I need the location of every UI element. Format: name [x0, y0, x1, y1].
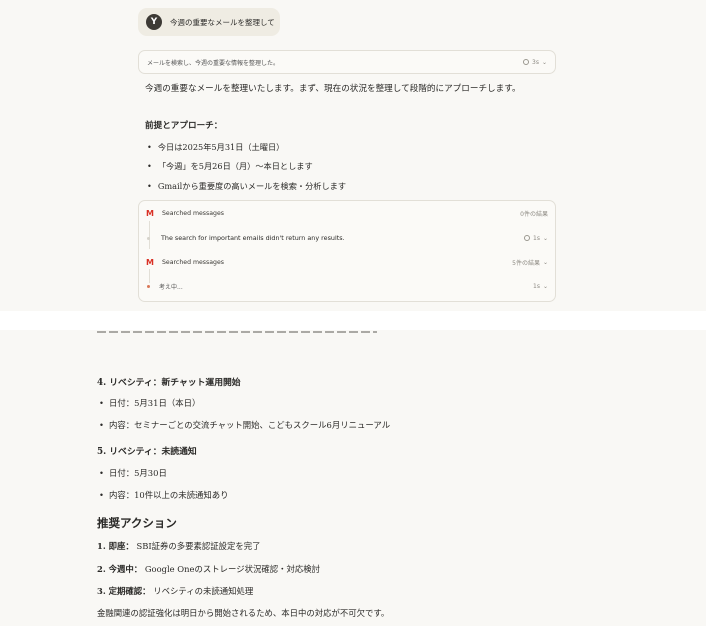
tool-result-count: 0件の結果 — [520, 210, 548, 218]
chevron-down-icon: ⌄ — [542, 234, 548, 242]
gmail-icon: M — [146, 257, 154, 267]
assistant-intro: 今週の重要なメールを整理いたします。まず、現在の状況を整理して段階的にアプローチ… — [145, 84, 521, 94]
action-item: 3. 定期確認： リベシティの未読通知処理 — [97, 585, 253, 597]
truncated-text-line — [97, 331, 377, 334]
closing-note: 金融関連の認証強化は明日から開始されるため、本日中の対応が不可欠です。 — [97, 608, 390, 618]
chevron-down-icon: ⌄ — [542, 258, 548, 266]
thinking-summary-text: メールを検索し、今週の重要な情報を整理した。 — [147, 59, 280, 67]
tool-row-searched-messages[interactable]: M Searched messages 0件の結果 — [139, 206, 555, 220]
thinking-spinner-icon — [147, 284, 150, 288]
thinking-summary-toggle[interactable]: メールを検索し、今週の重要な情報を整理した。 3s ⌄ — [138, 50, 556, 74]
action-item: 2. 今週中： Google Oneのストレージ状況確認・対応検討 — [97, 563, 320, 575]
tool-duration-text: 1s — [533, 234, 540, 242]
chevron-down-icon: ⌄ — [542, 282, 548, 290]
action-text: SBI証券の多要素認証設定を完了 — [133, 541, 261, 551]
tool-duration: 1s ⌄ — [524, 235, 548, 242]
action-label: 2. 今週中： — [97, 564, 143, 574]
tool-result-count-text: 5件の結果 — [512, 259, 540, 267]
approach-bullet: Gmailから重要度の高いメールを検索・分析します — [147, 180, 346, 192]
chevron-down-icon: ⌄ — [541, 58, 547, 66]
thinking-status-text: 考え中... — [159, 283, 183, 291]
thinking-duration: 3s ⌄ — [523, 59, 547, 66]
action-label: 1. 即座： — [97, 541, 134, 551]
item-bullet: 内容：セミナーごとの交流チャット開始、こどもスクール6月リニューアル — [99, 419, 390, 431]
tool-result-row[interactable]: The search for important emails didn't r… — [139, 231, 555, 245]
action-label: 3. 定期確認： — [97, 586, 151, 596]
thinking-duration-text: 3s — [532, 58, 539, 66]
clock-icon — [524, 235, 531, 241]
tool-result-text: The search for important emails didn't r… — [161, 234, 345, 242]
tool-row-searched-messages[interactable]: M Searched messages 5件の結果 ⌄ — [139, 255, 555, 269]
tool-title: Searched messages — [162, 209, 224, 217]
actions-heading: 推奨アクション — [97, 516, 177, 530]
item-heading: 4. リベシティ：新チャット運用開始 — [97, 378, 241, 388]
step-dot-icon — [147, 236, 150, 240]
clock-icon — [523, 59, 530, 65]
user-avatar: Y — [146, 14, 162, 30]
conversation-panel-top: Y 今週の重要なメールを整理して メールを検索し、今週の重要な情報を整理した。 … — [0, 0, 706, 311]
thinking-status-duration: 1s ⌄ — [533, 283, 548, 290]
user-message-text: 今週の重要なメールを整理して — [170, 17, 275, 27]
thinking-status-duration-text: 1s — [533, 282, 540, 290]
approach-heading: 前提とアプローチ： — [145, 121, 223, 131]
thinking-status-row[interactable]: 考え中... 1s ⌄ — [139, 279, 555, 293]
user-message-bubble: Y 今週の重要なメールを整理して — [138, 8, 280, 36]
item-heading: 5. リベシティ：未読通知 — [97, 447, 197, 457]
action-text: Google Oneのストレージ状況確認・対応検討 — [142, 564, 320, 574]
tool-title: Searched messages — [162, 258, 224, 266]
approach-bullet: 今日は2025年5月31日（土曜日） — [147, 141, 285, 153]
approach-bullet: 「今週」を5月26日（月）〜本日とします — [147, 160, 313, 172]
gmail-icon: M — [146, 208, 154, 218]
item-bullet: 内容：10件以上の未読通知あり — [99, 489, 229, 501]
tool-activity-box: M Searched messages 0件の結果 The search for… — [138, 200, 556, 302]
action-item: 1. 即座： SBI証券の多要素認証設定を完了 — [97, 540, 261, 552]
action-text: リベシティの未読通知処理 — [150, 586, 254, 596]
tool-result-count: 5件の結果 ⌄ — [512, 258, 548, 267]
item-bullet: 日付：5月31日（本日） — [99, 397, 200, 409]
item-bullet: 日付：5月30日 — [99, 467, 167, 479]
